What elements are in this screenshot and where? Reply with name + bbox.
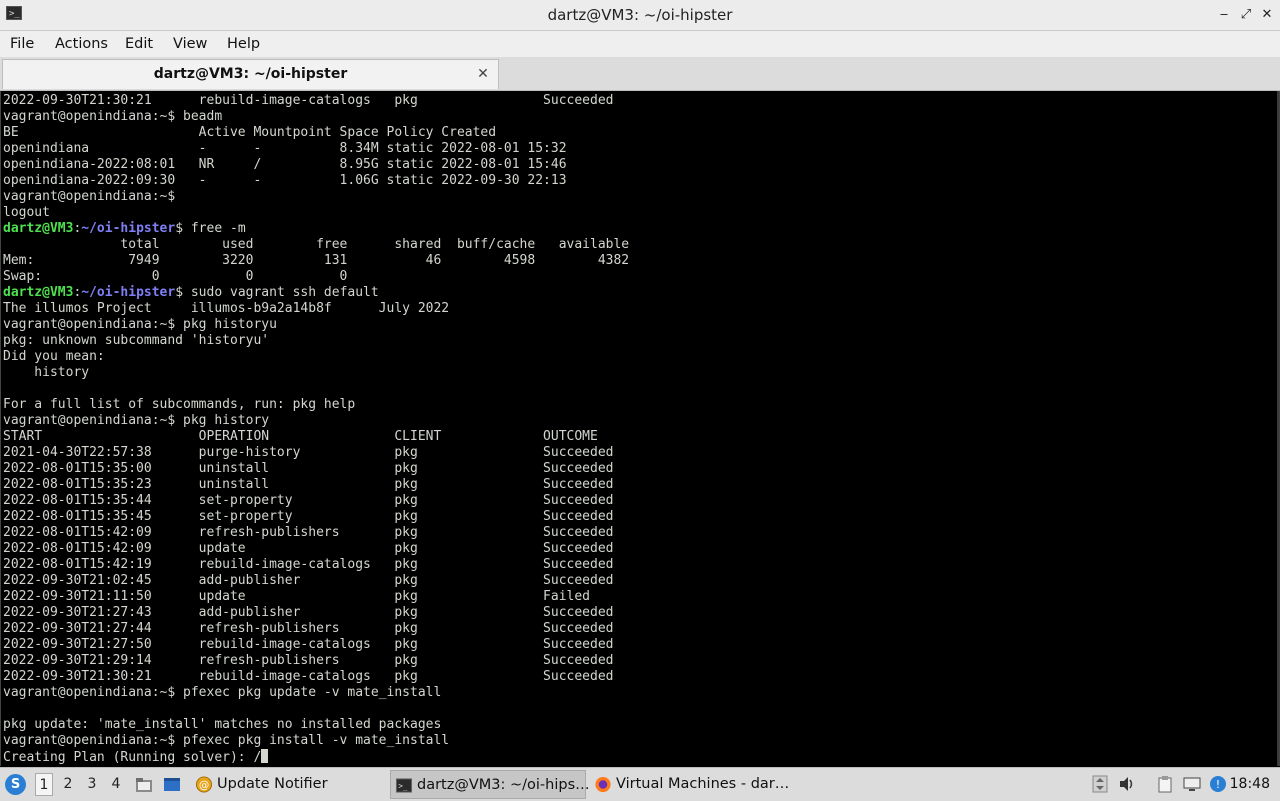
terminal-line: 2022-09-30T21:30:21 rebuild-image-catalo… — [3, 669, 614, 684]
terminal-line: 2022-08-01T15:35:45 set-property pkg Suc… — [3, 509, 614, 524]
terminal-line: openindiana-2022:09:30 - - 1.06G static … — [3, 173, 567, 188]
terminal-line: Creating Plan (Running solver): / — [3, 749, 1273, 765]
terminal-line: vagrant@openindiana:~$ beadm — [3, 109, 223, 124]
terminal-line: 2022-08-01T15:42:09 update pkg Succeeded — [3, 541, 614, 556]
menu-edit[interactable]: Edit — [123, 31, 155, 57]
terminal-line: 2021-04-30T22:57:38 purge-history pkg Su… — [3, 445, 614, 460]
task-terminal[interactable]: >_ dartz@VM3: ~/oi-hips… — [390, 770, 590, 799]
terminal-line: 2022-09-30T21:30:21 rebuild-image-catalo… — [3, 93, 614, 108]
network-icon[interactable] — [1183, 775, 1201, 793]
maximize-button[interactable]: ⤢ — [1236, 5, 1256, 25]
terminal-line: 2022-09-30T21:29:14 refresh-publishers p… — [3, 653, 614, 668]
terminal-line: START OPERATION CLIENT OUTCOME — [3, 429, 598, 444]
terminal-output: 2022-09-30T21:30:21 rebuild-image-catalo… — [3, 93, 1273, 765]
terminal-current-line: Creating Plan (Running solver): / — [3, 750, 262, 765]
task-update-notifier[interactable]: @ Update Notifier — [191, 770, 386, 799]
clock[interactable]: 18:48 — [1230, 768, 1270, 801]
firefox-icon — [595, 776, 611, 793]
terminal-icon: >_ — [395, 778, 413, 793]
menu-view[interactable]: View — [171, 31, 209, 57]
workspace-3[interactable]: 3 — [83, 773, 101, 796]
prompt-path: ~/oi-hipster — [81, 221, 176, 236]
terminal-line: 2022-08-01T15:35:23 uninstall pkg Succee… — [3, 477, 614, 492]
tray-scroll-icon[interactable] — [1091, 775, 1109, 793]
menu-actions[interactable]: Actions — [53, 31, 110, 57]
terminal-cursor — [261, 749, 269, 763]
terminal-line: dartz@VM3:~/oi-hipster$ free -m — [3, 221, 1273, 237]
terminal-line: BE Active Mountpoint Space Policy Create… — [3, 125, 497, 140]
prompt-user: dartz@VM3 — [3, 285, 74, 300]
terminal-line: vagrant@openindiana:~$ pkg historyu — [3, 317, 277, 332]
svg-text:@: @ — [199, 779, 209, 791]
svg-text:!: ! — [1216, 778, 1220, 791]
window-title: dartz@VM3: ~/oi-hipster — [547, 6, 733, 24]
workspace-2[interactable]: 2 — [59, 773, 77, 796]
terminal-line: vagrant@openindiana:~$ — [3, 189, 176, 204]
terminal-line: pkg: unknown subcommand 'historyu' — [3, 333, 270, 348]
tab-label: dartz@VM3: ~/oi-hipster — [153, 66, 348, 82]
terminal-line: 2022-09-30T21:27:44 refresh-publishers p… — [3, 621, 614, 636]
terminal-line: 2022-08-01T15:42:19 rebuild-image-catalo… — [3, 557, 614, 572]
terminal-line: 2022-09-30T21:11:50 update pkg Failed — [3, 589, 590, 604]
terminal-line: The illumos Project illumos-b9a2a14b8f J… — [3, 301, 450, 316]
terminal-line: 2022-09-30T21:27:43 add-publisher pkg Su… — [3, 605, 614, 620]
notification-icon[interactable]: ! — [1209, 775, 1227, 793]
terminal-line: 2022-09-30T21:02:45 add-publisher pkg Su… — [3, 573, 614, 588]
terminal-line: vagrant@openindiana:~$ pkg history — [3, 413, 270, 428]
tab-bar: dartz@VM3: ~/oi-hipster ✕ — [0, 57, 1280, 91]
minimize-button[interactable]: ‒ — [1214, 5, 1234, 25]
terminal-line: 2022-08-01T15:35:44 set-property pkg Suc… — [3, 493, 614, 508]
terminal-line: 2022-08-01T15:42:09 refresh-publishers p… — [3, 525, 614, 540]
terminal-line: Mem: 7949 3220 131 46 4598 4382 — [3, 253, 630, 268]
prompt-command: $ sudo vagrant ssh default — [175, 285, 379, 300]
prompt-path: ~/oi-hipster — [81, 285, 176, 300]
close-button[interactable]: ✕ — [1257, 5, 1277, 25]
terminal-line: For a full list of subcommands, run: pkg… — [3, 397, 356, 412]
terminal-line: vagrant@openindiana:~$ pfexec pkg instal… — [3, 733, 450, 748]
prompt-user: dartz@VM3 — [3, 221, 74, 236]
terminal-line: Swap: 0 0 0 — [3, 269, 348, 284]
show-desktop-icon[interactable] — [163, 776, 181, 793]
volume-icon[interactable] — [1118, 775, 1136, 793]
terminal-scrollbar[interactable] — [1277, 91, 1279, 766]
terminal-line: vagrant@openindiana:~$ pfexec pkg update… — [3, 685, 442, 700]
menu-bar: File Actions Edit View Help — [0, 31, 1280, 57]
tab-terminal[interactable]: dartz@VM3: ~/oi-hipster ✕ — [2, 59, 499, 89]
window-titlebar[interactable]: >_ dartz@VM3: ~/oi-hipster ‒ ⤢ ✕ — [0, 0, 1280, 31]
terminal-line: pkg update: 'mate_install' matches no in… — [3, 717, 442, 732]
task-firefox[interactable]: Virtual Machines - dar… — [590, 770, 789, 799]
workspace-1[interactable]: 1 — [35, 773, 53, 796]
terminal-line: history — [3, 365, 90, 380]
terminal-line: Did you mean: — [3, 349, 105, 364]
terminal-line: dartz@VM3:~/oi-hipster$ sudo vagrant ssh… — [3, 285, 1273, 301]
taskbar: S 1 2 3 4 @ Update Notifier >_ dartz@VM3… — [0, 767, 1280, 801]
tab-close-icon[interactable]: ✕ — [476, 65, 490, 83]
terminal-line: openindiana-2022:08:01 NR / 8.95G static… — [3, 157, 567, 172]
terminal-line: logout — [3, 205, 50, 220]
prompt-command: $ free -m — [175, 221, 246, 236]
terminal-line: 2022-08-01T15:35:00 uninstall pkg Succee… — [3, 461, 614, 476]
svg-text:>_: >_ — [398, 781, 408, 790]
menu-file[interactable]: File — [8, 31, 36, 57]
terminal-view[interactable]: 2022-09-30T21:30:21 rebuild-image-catalo… — [0, 91, 1280, 766]
task-label: dartz@VM3: ~/oi-hips… — [417, 777, 590, 793]
terminal-line: total used free shared buff/cache availa… — [3, 237, 630, 252]
update-notifier-icon: @ — [195, 776, 213, 793]
file-manager-icon[interactable] — [135, 776, 153, 793]
workspace-4[interactable]: 4 — [107, 773, 125, 796]
terminal-line: openindiana - - 8.34M static 2022-08-01 … — [3, 141, 567, 156]
menu-help[interactable]: Help — [225, 31, 262, 57]
task-label: Virtual Machines - dar… — [616, 776, 790, 792]
clipboard-icon[interactable] — [1156, 775, 1174, 793]
start-menu-icon[interactable]: S — [5, 774, 26, 795]
terminal-line: 2022-09-30T21:27:50 rebuild-image-catalo… — [3, 637, 614, 652]
task-label: Update Notifier — [217, 776, 328, 792]
